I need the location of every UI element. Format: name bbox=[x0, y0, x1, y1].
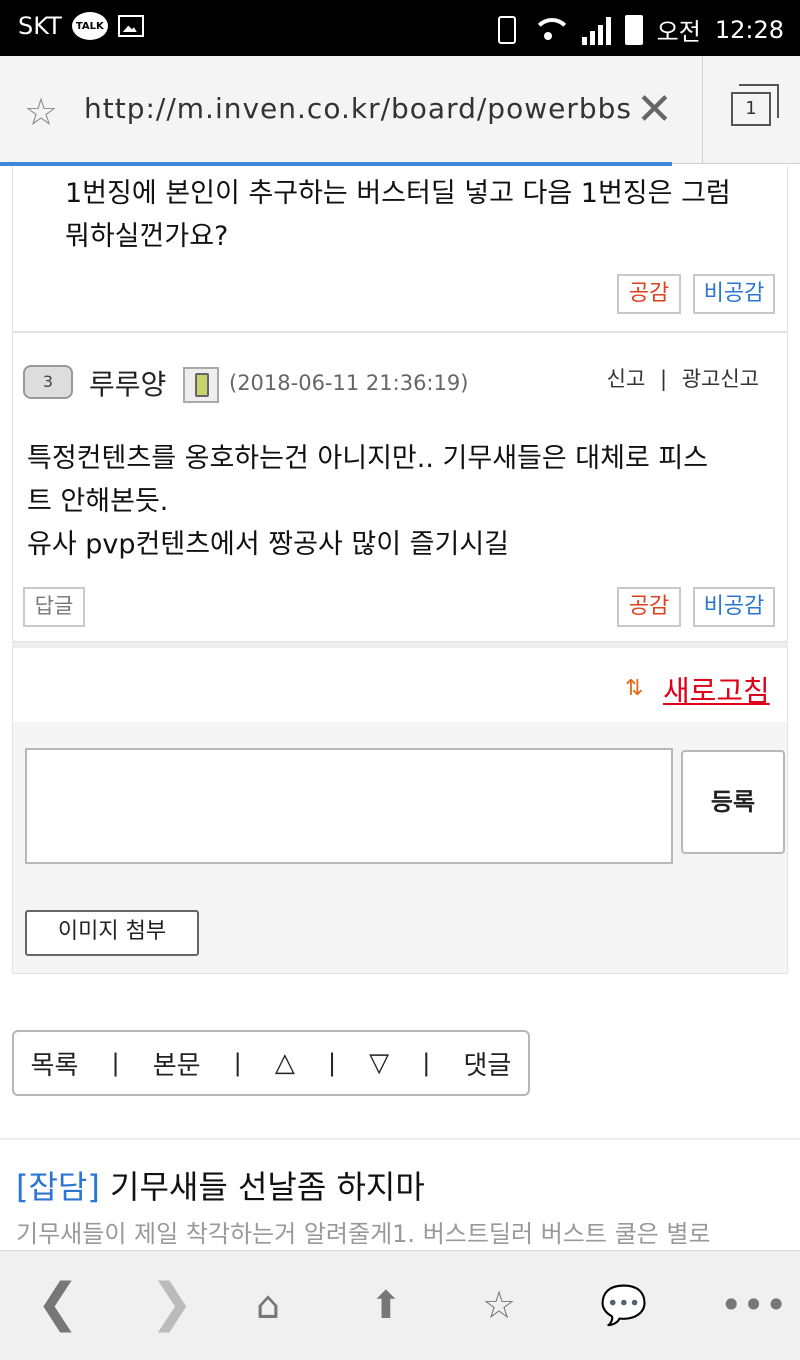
previous-post-link[interactable]: △ bbox=[275, 1048, 295, 1078]
nav-separator: | bbox=[233, 1049, 242, 1077]
report-link[interactable]: 신고 bbox=[607, 367, 646, 391]
refresh-link[interactable]: 새로고침 bbox=[663, 668, 770, 710]
back-icon[interactable]: ❮ bbox=[36, 1273, 80, 1333]
comment-item: 3 루루양 (2018-06-11 21:36:19) 신고 | 광고신고 특정… bbox=[12, 332, 788, 642]
nav-separator: | bbox=[422, 1049, 431, 1077]
carrier-label: SKT bbox=[18, 12, 62, 40]
kakao-talk-icon: TALK bbox=[71, 12, 108, 40]
report-separator: | bbox=[659, 367, 668, 391]
report-links: 신고 | 광고신고 bbox=[607, 363, 759, 393]
close-icon[interactable]: ✕ bbox=[636, 84, 673, 135]
post-preview[interactable]: 기무새들이 제일 착각하는거 알려줄게1. 버스트딜러 버스트 쿨은 별로 bbox=[16, 1214, 711, 1249]
mobile-phone-icon bbox=[183, 367, 219, 403]
comment-text: 특정컨텐츠를 옹호하는건 아니지만.. 기무새들은 대체로 피스 트 안해본듯.… bbox=[27, 437, 767, 566]
more-icon[interactable]: ••• bbox=[720, 1283, 787, 1327]
tab-count: 1 bbox=[731, 92, 771, 126]
forward-icon[interactable]: ❯ bbox=[150, 1273, 194, 1333]
wifi-icon bbox=[530, 16, 572, 44]
comment-text: 1번징에 본인이 추구하는 버스터딜 넣고 다음 1번징은 그럼 뭐하실껀가요? bbox=[65, 178, 731, 252]
comment-line: 유사 pvp컨텐츠에서 짱공사 많이 즐기시길 bbox=[27, 529, 510, 560]
like-button[interactable]: 공감 bbox=[617, 587, 681, 627]
comment-author[interactable]: 루루양 bbox=[89, 363, 166, 403]
nav-separator: | bbox=[111, 1049, 120, 1077]
level-badge-icon: 3 bbox=[23, 365, 73, 399]
refresh-row: ⇅ 새로고침 bbox=[12, 648, 788, 722]
tab-switcher-button[interactable]: 1 bbox=[702, 56, 800, 164]
browser-url-bar: ☆ http://m.inven.co.kr/board/powerbbs ✕ … bbox=[0, 56, 800, 164]
url-field[interactable]: http://m.inven.co.kr/board/powerbbs bbox=[84, 92, 632, 125]
battery-icon bbox=[624, 14, 643, 45]
browser-toolbar: ❮ ❯ ⌂ ⬆ ☆ 💬 ••• bbox=[0, 1250, 800, 1360]
body-link[interactable]: 본문 bbox=[153, 1045, 201, 1082]
submit-button[interactable]: 등록 bbox=[681, 750, 785, 854]
divider bbox=[0, 1138, 800, 1140]
home-icon[interactable]: ⌂ bbox=[256, 1283, 280, 1327]
bookmark-star-icon[interactable]: ☆ bbox=[482, 1283, 516, 1327]
dislike-button[interactable]: 비공감 bbox=[693, 587, 775, 627]
post-category: [잡담] bbox=[16, 1168, 100, 1206]
nav-separator: | bbox=[327, 1049, 337, 1077]
reply-button[interactable]: 답글 bbox=[23, 587, 85, 627]
post-navigation: 목록 | 본문 | △ | ▽ | 댓글 bbox=[12, 1030, 530, 1096]
next-post-title[interactable]: [잡담] 기무새들 선날좀 하지마 bbox=[16, 1162, 425, 1208]
dislike-button[interactable]: 비공감 bbox=[693, 274, 775, 314]
clock: 12:28 bbox=[714, 15, 784, 44]
image-notification-icon bbox=[117, 15, 144, 37]
list-link[interactable]: 목록 bbox=[31, 1045, 79, 1082]
comment-line: 특정컨텐츠를 옹호하는건 아니지만.. 기무새들은 대체로 피스 bbox=[27, 443, 709, 474]
comment-textarea[interactable] bbox=[25, 748, 673, 864]
comment-item: 1번징에 본인이 추구하는 버스터딜 넣고 다음 1번징은 그럼 뭐하실껀가요?… bbox=[12, 166, 788, 332]
post-title-text: 기무새들 선날좀 하지마 bbox=[110, 1168, 425, 1206]
bookmark-star-icon[interactable]: ☆ bbox=[24, 90, 58, 134]
status-bar: SKT TALK 오전 12:28 bbox=[0, 0, 800, 56]
comment-form: 등록 이미지 첨부 bbox=[12, 722, 788, 974]
attach-image-button[interactable]: 이미지 첨부 bbox=[25, 910, 199, 956]
vibrate-icon bbox=[497, 15, 516, 44]
like-button[interactable]: 공감 bbox=[617, 274, 681, 314]
signal-icon bbox=[581, 15, 611, 45]
refresh-icon[interactable]: ⇅ bbox=[625, 676, 643, 701]
next-post-link[interactable]: ▽ bbox=[369, 1048, 389, 1078]
scroll-top-icon[interactable]: ⬆ bbox=[370, 1283, 402, 1327]
comment-area: 1번징에 본인이 추구하는 버스터딜 넣고 다음 1번징은 그럼 뭐하실껀가요?… bbox=[12, 166, 788, 974]
ad-report-link[interactable]: 광고신고 bbox=[682, 367, 759, 391]
comment-line: 트 안해본듯. bbox=[27, 486, 169, 517]
comment-date: (2018-06-11 21:36:19) bbox=[229, 371, 469, 395]
chat-bubble-icon[interactable]: 💬 bbox=[600, 1283, 647, 1328]
ampm-label: 오전 bbox=[656, 18, 701, 46]
comments-link[interactable]: 댓글 bbox=[463, 1045, 511, 1082]
